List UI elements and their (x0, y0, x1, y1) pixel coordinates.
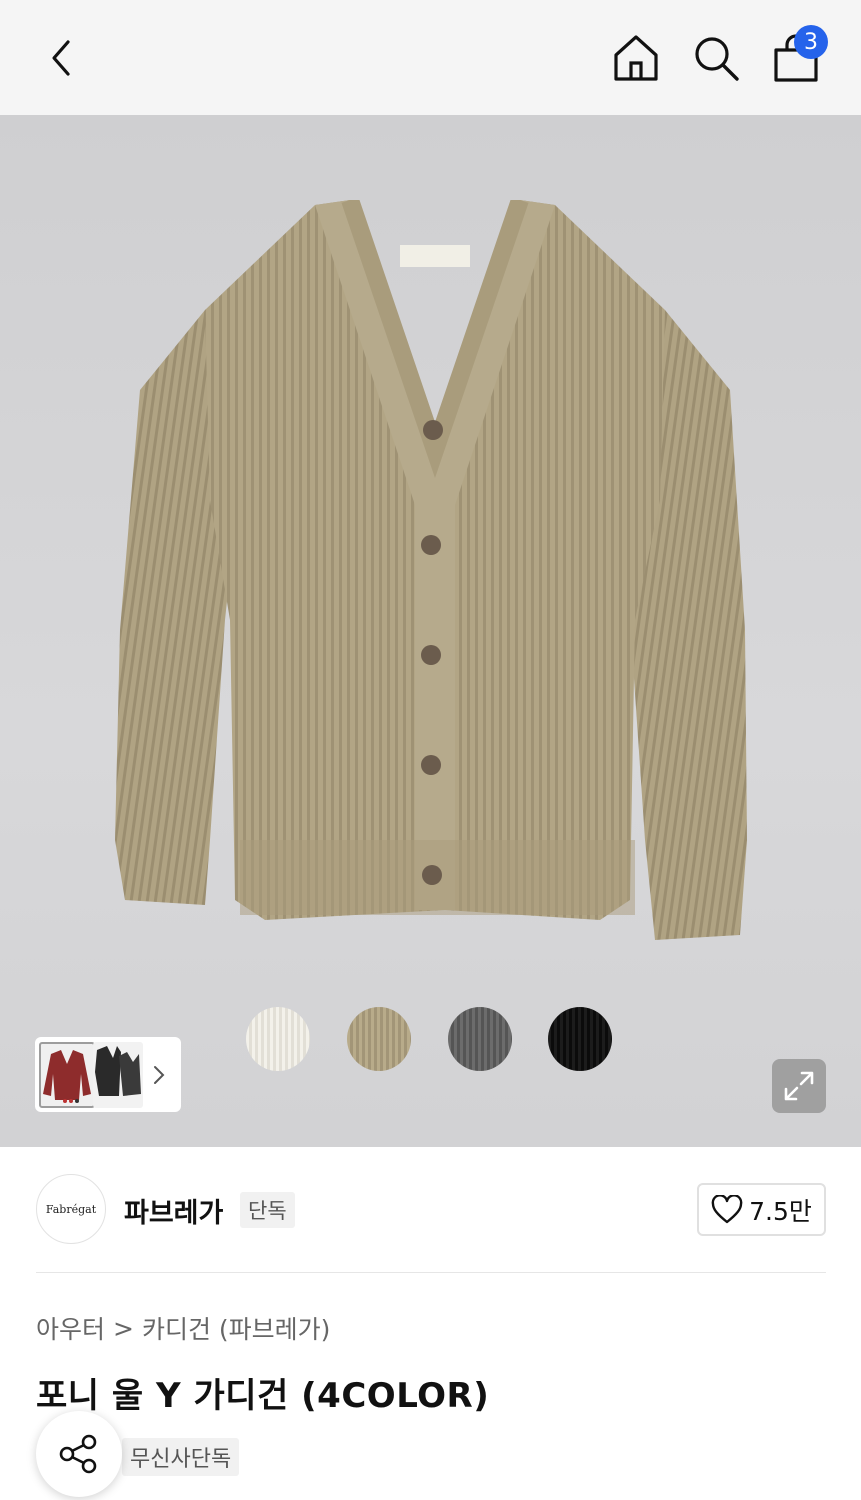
top-navigation-bar: 3 (0, 0, 861, 115)
breadcrumb: 아우터 > 카디건 (파브레가) (36, 1310, 330, 1346)
color-swatch-gray[interactable] (448, 1007, 512, 1071)
share-button[interactable] (36, 1411, 122, 1497)
thumbnail-image (43, 1049, 91, 1103)
breadcrumb-item-cardigan[interactable]: 카디건 (파브레가) (142, 1310, 330, 1346)
chevron-left-icon (52, 40, 70, 76)
home-button[interactable] (606, 28, 666, 88)
product-thumbnail-strip[interactable] (35, 1037, 181, 1112)
breadcrumb-separator: > (113, 1313, 134, 1343)
search-icon (695, 37, 739, 81)
brand-logo[interactable]: Fabrégat (36, 1174, 106, 1244)
cart-button[interactable]: 3 (766, 25, 828, 88)
musinsa-exclusive-badge: 무신사단독 (122, 1438, 240, 1476)
product-image-gallery[interactable] (0, 115, 861, 1147)
product-title: 포니 울 Y 가디건 (4COLOR) (36, 1376, 490, 1416)
color-swatch-ivory[interactable] (246, 1007, 310, 1071)
back-button[interactable] (32, 28, 92, 88)
cart-count-badge: 3 (794, 25, 828, 59)
expand-image-button[interactable] (772, 1059, 826, 1113)
thumbnail-red-cardigan[interactable] (39, 1041, 95, 1108)
brand-name[interactable]: 파브레가 (124, 1191, 223, 1230)
like-count: 7.5만 (749, 1196, 812, 1226)
breadcrumb-item-outer[interactable]: 아우터 (36, 1310, 105, 1346)
heart-icon (711, 1194, 743, 1223)
color-swatch-black[interactable] (548, 1007, 612, 1071)
share-icon (59, 1434, 97, 1474)
brand-logo-text: Fabrégat (45, 1202, 97, 1216)
expand-icon (784, 1071, 814, 1101)
thumbnail-dark-cardigan[interactable] (93, 1041, 143, 1108)
home-icon (614, 35, 658, 81)
divider (36, 1272, 826, 1273)
like-button[interactable]: 7.5만 (697, 1183, 826, 1236)
search-button[interactable] (686, 28, 746, 88)
thumbnail-image (95, 1045, 141, 1096)
brand-exclusive-badge: 단독 (240, 1192, 295, 1228)
product-image (115, 200, 747, 940)
color-swatch-beige[interactable] (347, 1007, 411, 1071)
chevron-right-icon[interactable] (151, 1063, 167, 1087)
brand-row: Fabrégat 파브레가 단독 7.5만 (0, 1147, 861, 1272)
